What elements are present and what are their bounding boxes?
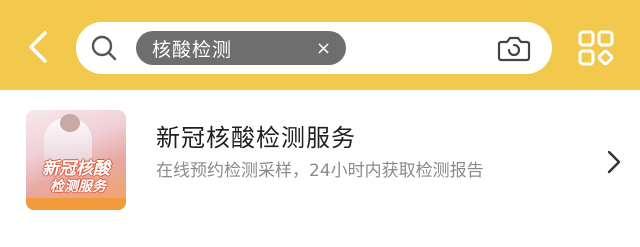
- thumbnail-figure-head: [60, 114, 80, 132]
- search-keyword-chip[interactable]: 核酸检测 ×: [136, 31, 346, 65]
- search-icon: [90, 34, 118, 62]
- chevron-left-icon: [29, 31, 47, 63]
- thumbnail-base-band: [26, 198, 126, 210]
- clear-keyword-button[interactable]: ×: [312, 35, 336, 61]
- service-description: 在线预约检测采样，24小时内获取检测报告: [156, 161, 484, 181]
- chevron-right-icon: [604, 148, 624, 176]
- service-title: 新冠核酸检测服务: [156, 124, 356, 152]
- service-thumbnail: 新冠核酸 检测服务: [26, 110, 126, 210]
- camera-icon: [497, 36, 531, 62]
- camera-search-button[interactable]: [496, 32, 532, 64]
- back-button[interactable]: [20, 27, 56, 67]
- thumbnail-text-line2: 检测服务: [50, 179, 106, 195]
- search-input[interactable]: 核酸检测 ×: [76, 22, 552, 74]
- service-result-item[interactable]: 新冠核酸 检测服务 新冠核酸检测服务 在线预约检测采样，24小时内获取检测报告: [0, 90, 640, 247]
- grid-menu-icon: [578, 30, 614, 66]
- menu-button[interactable]: [574, 26, 618, 70]
- search-keyword-label: 核酸检测: [152, 38, 233, 61]
- header-bar: 核酸检测 ×: [0, 0, 640, 90]
